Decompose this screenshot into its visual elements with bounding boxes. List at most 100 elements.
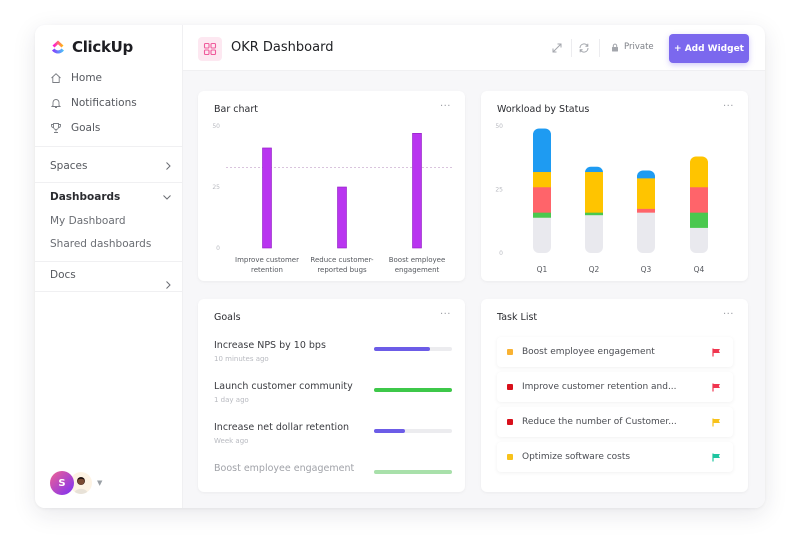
dashboard-icon: [198, 37, 222, 61]
x-tick-label: Q2: [589, 265, 600, 274]
task-name: Optimize software costs: [522, 452, 631, 462]
goal-progress-fill: [374, 388, 452, 392]
page-title: OKR Dashboard: [231, 40, 334, 55]
divider: [599, 39, 600, 57]
goal-progress-bar: [374, 347, 452, 351]
widget-title: Goals: [214, 312, 241, 323]
bar-segment-blue: [533, 128, 551, 173]
sidebar-item-label: Home: [71, 72, 103, 84]
task-row[interactable]: Optimize software costs: [497, 442, 733, 472]
logo[interactable]: ClickUp: [50, 38, 133, 56]
stacked-bar[interactable]: [637, 170, 655, 253]
x-tick-label: Boost employee: [389, 256, 446, 264]
expand-icon[interactable]: [551, 42, 563, 54]
app-window: ClickUp Home Notifications Goals Spaces …: [35, 25, 765, 508]
sidebar-item-notifications[interactable]: Notifications: [50, 97, 137, 109]
priority-flag-icon[interactable]: [712, 348, 721, 357]
x-tick-label: Q3: [641, 265, 652, 274]
bar-segment-yellow: [533, 171, 551, 188]
x-tick-label: Improve customer: [235, 256, 299, 264]
more-options-icon[interactable]: ···: [440, 309, 451, 320]
y-tick-label: 50: [495, 123, 503, 130]
divider: [35, 146, 183, 147]
task-name: Reduce the number of Customer...: [522, 417, 677, 427]
task-name: Boost employee engagement: [522, 347, 655, 357]
goal-item[interactable]: Increase NPS by 10 bps 10 minutes ago: [214, 340, 464, 363]
app-name: ClickUp: [72, 38, 133, 56]
bar-segment-gray: [690, 227, 708, 253]
goal-timestamp: Week ago: [214, 437, 249, 445]
user-menu[interactable]: S ▼: [50, 471, 102, 495]
y-tick-label: 50: [212, 123, 220, 130]
sidebar-item-home[interactable]: Home: [50, 72, 102, 84]
divider: [571, 39, 572, 57]
bar-segment-green: [585, 212, 603, 216]
bar-segment-red: [637, 208, 655, 213]
x-tick-label: Q4: [694, 265, 705, 274]
bar-segment-gray: [533, 217, 551, 253]
priority-flag-icon[interactable]: [712, 383, 721, 392]
sidebar-item-goals[interactable]: Goals: [50, 122, 100, 134]
bar[interactable]: [412, 133, 422, 249]
sidebar-item-dashboards[interactable]: Dashboards: [50, 191, 172, 203]
home-icon: [51, 73, 61, 83]
goal-item[interactable]: Increase net dollar retention Week ago: [214, 422, 464, 445]
goal-progress-bar: [374, 429, 452, 433]
x-tick-label: retention: [251, 266, 283, 274]
stacked-bar[interactable]: [690, 156, 708, 253]
task-list-widget: Task List ··· Boost employee engagement …: [481, 299, 748, 492]
y-tick-label: 0: [499, 250, 503, 257]
goal-timestamp: 1 day ago: [214, 396, 249, 404]
status-icon: [507, 419, 513, 425]
goal-progress-fill: [374, 429, 406, 433]
caret-down-icon: ▼: [97, 479, 103, 487]
x-tick-label: engagement: [395, 266, 440, 274]
sidebar-item-my-dashboard[interactable]: My Dashboard: [50, 215, 126, 227]
stacked-bar[interactable]: [533, 128, 551, 254]
y-tick-label: 25: [495, 187, 503, 194]
more-options-icon[interactable]: ···: [723, 309, 734, 320]
y-tick-label: 0: [216, 245, 220, 252]
add-widget-button[interactable]: + Add Widget: [669, 34, 749, 63]
priority-flag-icon[interactable]: [712, 453, 721, 462]
privacy-toggle[interactable]: Private: [611, 42, 654, 52]
topbar: OKR Dashboard Private + Add Widget: [183, 25, 765, 71]
privacy-label: Private: [624, 42, 654, 52]
dashboards-label: Dashboards: [50, 191, 121, 203]
bar-segment-gray: [637, 212, 655, 253]
bell-icon: [50, 99, 62, 108]
goal-item[interactable]: Launch customer community 1 day ago: [214, 381, 464, 404]
priority-flag-icon[interactable]: [712, 418, 721, 427]
x-tick-label: Reduce customer-: [310, 256, 374, 264]
divider: [35, 182, 183, 183]
lock-icon: [612, 43, 618, 51]
task-row[interactable]: Improve customer retention and...: [497, 372, 733, 402]
docs-label: Docs: [50, 269, 76, 281]
y-tick-label: 25: [212, 184, 220, 191]
refresh-icon[interactable]: [578, 42, 590, 54]
status-icon: [507, 349, 513, 355]
sidebar-item-spaces[interactable]: Spaces: [50, 160, 172, 172]
bar-segment-blue: [585, 166, 603, 173]
clickup-logo-icon: [52, 40, 64, 54]
divider: [35, 261, 183, 262]
divider: [35, 291, 183, 292]
chevron-down-icon: [163, 195, 171, 200]
sidebar-item-shared-dashboards[interactable]: Shared dashboards: [50, 238, 151, 250]
bar-segment-red: [690, 186, 708, 213]
chevron-right-icon: [166, 281, 171, 289]
task-row[interactable]: Boost employee engagement: [497, 337, 733, 367]
task-row[interactable]: Reduce the number of Customer...: [497, 407, 733, 437]
bar-segment-green: [533, 212, 551, 218]
sidebar-item-label: Notifications: [71, 97, 137, 109]
bar[interactable]: [262, 147, 272, 249]
dashboard-area: Bar chart ··· 0 25 50 Improve customer reten…: [183, 71, 765, 508]
bar[interactable]: [337, 186, 347, 249]
goal-item[interactable]: Boost employee engagement: [214, 463, 464, 478]
goal-timestamp: 10 minutes ago: [214, 355, 269, 363]
stacked-bar[interactable]: [585, 166, 603, 254]
goal-progress-fill: [374, 347, 431, 351]
spaces-label: Spaces: [50, 160, 88, 172]
x-tick-label: Q1: [537, 265, 548, 274]
bar-segment-red: [533, 186, 551, 213]
